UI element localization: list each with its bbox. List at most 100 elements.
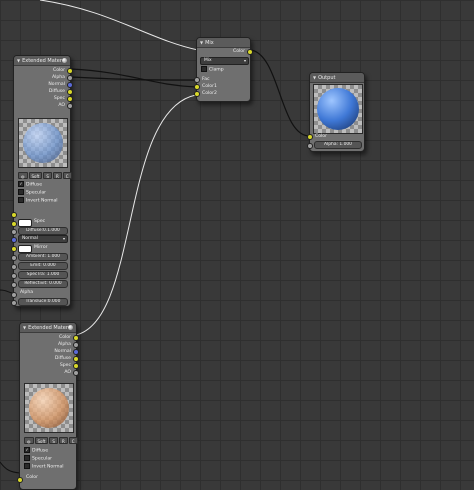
output-color: Color	[53, 68, 65, 73]
collapse-triangle-icon[interactable]: ▼	[313, 75, 316, 80]
collapse-triangle-icon[interactable]: ▼	[200, 40, 203, 45]
socket-alpha-out[interactable]	[67, 75, 73, 81]
material-preview	[18, 118, 68, 168]
r-button[interactable]: R	[58, 437, 68, 444]
wire-mix-to-output	[250, 49, 310, 137]
socket-in-2[interactable]	[11, 221, 17, 227]
preview-toggle-icon[interactable]	[68, 325, 73, 330]
socket-ao-out[interactable]	[67, 103, 73, 109]
node-header[interactable]: ▼ Extended Mater	[14, 56, 70, 66]
output-spec: Spec	[59, 363, 71, 368]
mirror-color-swatch[interactable]	[18, 245, 32, 253]
spec-label: Spec	[34, 219, 46, 224]
mirror-label: Mirror	[34, 245, 48, 250]
dropdown-arrow-icon: ▾	[243, 58, 246, 63]
wire-top	[39, 0, 199, 51]
c-button[interactable]: C	[68, 437, 78, 444]
ambient-field[interactable]: Ambient: 1.000	[18, 253, 68, 261]
output-node[interactable]: ▼ Output Color Alpha: 1.000	[307, 72, 365, 152]
c-button[interactable]: C	[62, 172, 72, 179]
s-button[interactable]: S	[43, 172, 52, 179]
socket-spec-out[interactable]	[73, 363, 79, 369]
mix-node[interactable]: ▼ Mix Color Mix ▾ Clamp Fac Color1 Color2	[194, 37, 253, 102]
dropdown-arrow-icon: ▾	[62, 236, 65, 241]
spectra-field[interactable]: SpecTra: 1.000	[18, 271, 68, 279]
check-icon: ✓	[18, 181, 24, 187]
socket-color-out[interactable]	[73, 335, 79, 341]
soft-button[interactable]: Soft	[28, 172, 43, 179]
node-title: Output	[318, 74, 336, 81]
node-title: Extended Mater	[28, 324, 68, 331]
socket-alpha-in[interactable]	[307, 143, 313, 149]
socket-normal-out[interactable]	[73, 349, 79, 355]
input-color2: Color2	[202, 91, 217, 96]
socket-transluc-in[interactable]	[11, 300, 17, 306]
socket-fac-in[interactable]	[194, 77, 200, 83]
emit-field[interactable]: Emit: 0.000	[18, 262, 68, 270]
collapse-triangle-icon[interactable]: ▼	[17, 58, 20, 63]
output-diffuse: Diffuse	[48, 89, 65, 94]
output-ao: AO	[58, 103, 65, 108]
socket-color1-in[interactable]	[194, 84, 200, 90]
output-normal: Normal	[54, 349, 71, 354]
preview-toggle-icon[interactable]	[62, 58, 67, 63]
material-browse-icon[interactable]: ◍	[24, 437, 34, 444]
socket-in-3[interactable]	[11, 229, 17, 235]
socket-diffuse-out[interactable]	[67, 89, 73, 95]
extended-material-node-1[interactable]: ▼ Extended Mater Color Alpha Normal Diff…	[11, 55, 73, 307]
socket-normal-out[interactable]	[67, 82, 73, 88]
spec-color-swatch[interactable]	[18, 219, 32, 227]
socket-reflectivity-in[interactable]	[11, 282, 17, 288]
diffuse-checkbox[interactable]: ✓ Diffuse	[24, 447, 48, 455]
collapse-triangle-icon[interactable]: ▼	[23, 325, 26, 330]
diffuse-intensity-field[interactable]: Diffuse:0.1.000	[18, 227, 68, 235]
invert-normal-checkbox[interactable]: Invert Normal	[18, 197, 58, 205]
node-header[interactable]: ▼ Mix	[197, 38, 250, 48]
node-header[interactable]: ▼ Extended Mater	[20, 323, 76, 333]
socket-color-in[interactable]	[17, 477, 23, 483]
socket-color-out[interactable]	[67, 68, 73, 74]
socket-ao-out[interactable]	[73, 370, 79, 376]
socket-alpha-in[interactable]	[11, 292, 17, 298]
wire-left-edge	[0, 289, 13, 294]
specular-checkbox[interactable]: Specular	[24, 455, 52, 463]
socket-spec-out[interactable]	[67, 96, 73, 102]
s-button[interactable]: S	[49, 437, 58, 444]
node-header[interactable]: ▼ Output	[310, 73, 364, 83]
output-spec: Spec	[53, 96, 65, 101]
blend-mode-select[interactable]: Mix ▾	[200, 57, 249, 65]
socket-color-in[interactable]	[307, 134, 313, 140]
socket-color2-in[interactable]	[194, 91, 200, 97]
socket-ambient-in[interactable]	[11, 255, 17, 261]
alpha-label: Alpha	[20, 290, 34, 295]
soft-button[interactable]: Soft	[34, 437, 49, 444]
socket-diffuse-out[interactable]	[73, 356, 79, 362]
normal-select[interactable]: Normal ▾	[18, 235, 68, 243]
invert-normal-checkbox[interactable]: Invert Normal	[24, 463, 64, 471]
r-button[interactable]: R	[52, 172, 62, 179]
socket-normal-in[interactable]	[11, 237, 17, 243]
material-browse-icon[interactable]: ◍	[18, 172, 28, 179]
socket-mirror-in[interactable]	[11, 246, 17, 252]
diffuse-checkbox[interactable]: ✓ Diffuse	[18, 181, 42, 189]
wire-color-to-color1	[70, 68, 197, 88]
alpha-field[interactable]: Alpha: 1.000	[314, 141, 362, 149]
socket-emit-in[interactable]	[11, 264, 17, 270]
socket-in-1[interactable]	[11, 212, 17, 218]
extended-material-node-2[interactable]: ▼ Extended Mater Color Alpha Normal Diff…	[17, 322, 79, 490]
output-alpha: Alpha	[51, 75, 65, 80]
input-color: Color	[315, 134, 327, 139]
output-color: Color	[59, 335, 71, 340]
translucency-field[interactable]: Transluce:0.000	[18, 298, 68, 306]
socket-alpha-out[interactable]	[73, 342, 79, 348]
clamp-checkbox[interactable]: Clamp	[201, 66, 224, 74]
wire-mat2-to-color2	[75, 94, 197, 336]
socket-color-out[interactable]	[247, 49, 253, 55]
node-title: Extended Mater	[22, 57, 62, 64]
output-alpha: Alpha	[57, 342, 71, 347]
check-icon: ✓	[24, 447, 30, 453]
preview-sphere	[23, 123, 63, 163]
socket-spectra-in[interactable]	[11, 273, 17, 279]
reflectivity-field[interactable]: Reflectivit: 0.000	[18, 280, 68, 288]
specular-checkbox[interactable]: Specular	[18, 189, 46, 197]
